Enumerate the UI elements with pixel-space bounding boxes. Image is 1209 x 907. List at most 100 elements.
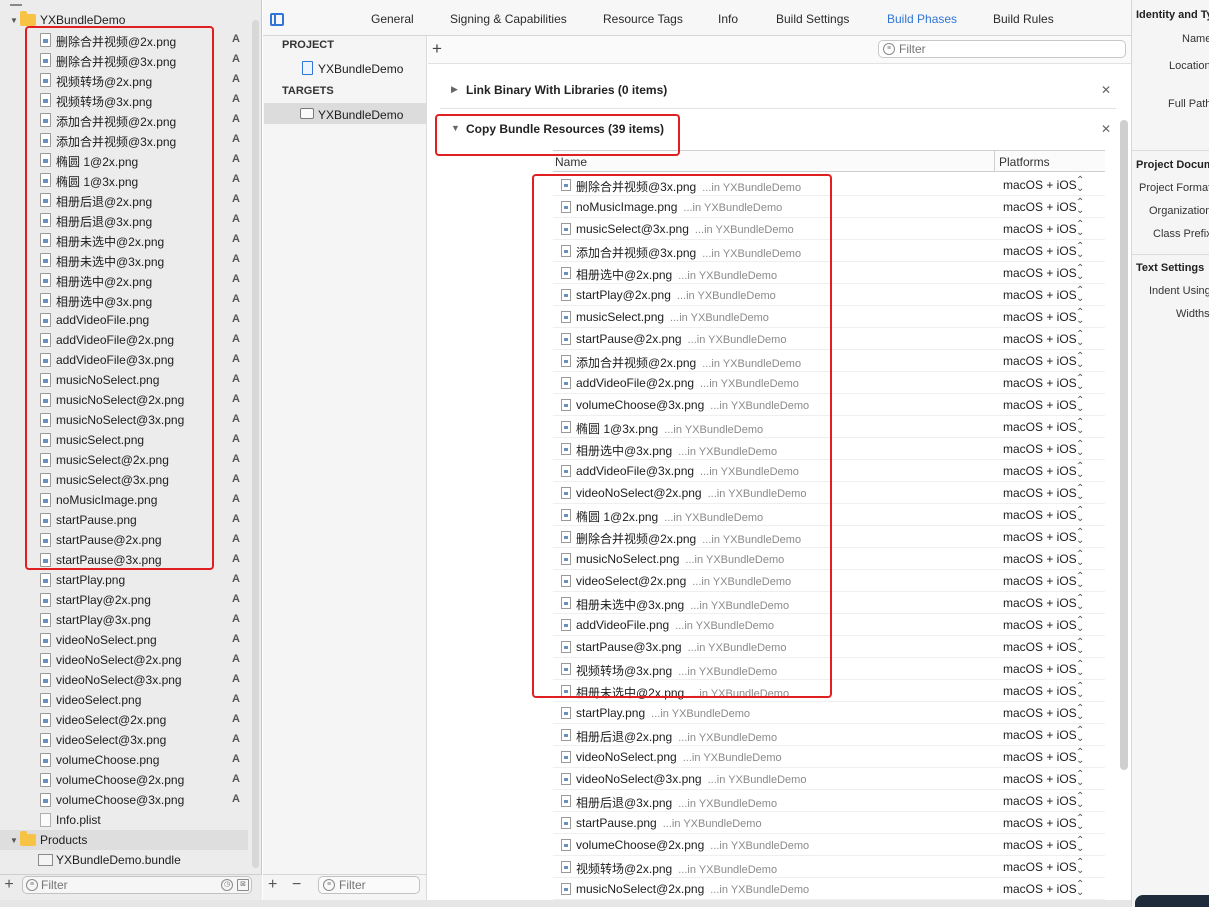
- platforms-popup[interactable]: macOS + iOS: [1003, 596, 1077, 610]
- resource-row[interactable]: videoNoSelect@3x.png ...in YXBundleDemo ma…: [553, 768, 1105, 790]
- file-row[interactable]: videoSelect.png A: [0, 690, 248, 710]
- resource-row[interactable]: videoSelect@2x.png ...in YXBundleDemo macO…: [553, 570, 1105, 592]
- resource-row[interactable]: 添加合并视频@3x.png ...in YXBundleDemo macOS + i…: [553, 240, 1105, 262]
- navigator-filter-field[interactable]: ≡ ◷ ⊠: [22, 876, 252, 894]
- resource-row[interactable]: 相册未选中@3x.png ...in YXBundleDemo macOS + iO…: [553, 592, 1105, 614]
- file-row[interactable]: videoNoSelect.png A: [0, 630, 248, 650]
- file-row[interactable]: 相册后退@3x.png A: [0, 210, 248, 230]
- up-down-chevron-icon[interactable]: ⌃ ⌄: [1076, 330, 1084, 348]
- up-down-chevron-icon[interactable]: ⌃ ⌄: [1076, 550, 1084, 568]
- resource-row[interactable]: startPlay@2x.png ...in YXBundleDemo macOS …: [553, 284, 1105, 306]
- add-target-button[interactable]: +: [268, 876, 277, 894]
- build-phases-scrollbar[interactable]: [1120, 120, 1128, 770]
- tab-signing-capabilities[interactable]: Signing & Capabilities: [450, 12, 567, 26]
- file-row[interactable]: musicSelect@3x.png A: [0, 470, 248, 490]
- platforms-popup[interactable]: macOS + iOS: [1003, 178, 1077, 192]
- up-down-chevron-icon[interactable]: ⌃ ⌄: [1076, 506, 1084, 524]
- file-row[interactable]: startPlay@2x.png A: [0, 590, 248, 610]
- file-row[interactable]: 相册选中@2x.png A: [0, 270, 248, 290]
- up-down-chevron-icon[interactable]: ⌃ ⌄: [1076, 352, 1084, 370]
- delete-phase-close-icon[interactable]: ✕: [1101, 122, 1111, 136]
- platforms-popup[interactable]: macOS + iOS: [1003, 420, 1077, 434]
- up-down-chevron-icon[interactable]: ⌃ ⌄: [1076, 836, 1084, 854]
- resource-row[interactable]: 相册后退@2x.png ...in YXBundleDemo macOS + iOS…: [553, 724, 1105, 746]
- platforms-popup[interactable]: macOS + iOS: [1003, 288, 1077, 302]
- target-filter-field[interactable]: ≡: [318, 876, 420, 894]
- file-row[interactable]: 椭圆 1@2x.png A: [0, 150, 248, 170]
- up-down-chevron-icon[interactable]: ⌃ ⌄: [1076, 880, 1084, 898]
- up-down-chevron-icon[interactable]: ⌃ ⌄: [1076, 572, 1084, 590]
- file-row[interactable]: noMusicImage.png A: [0, 490, 248, 510]
- project-item[interactable]: YXBundleDemo: [318, 62, 403, 76]
- resource-row[interactable]: addVideoFile@2x.png ...in YXBundleDemo mac…: [553, 372, 1105, 394]
- platforms-popup[interactable]: macOS + iOS: [1003, 750, 1077, 764]
- resource-row[interactable]: 删除合并视频@3x.png ...in YXBundleDemo macOS + i…: [553, 174, 1105, 196]
- platforms-popup[interactable]: macOS + iOS: [1003, 398, 1077, 412]
- disclosure-triangle-icon[interactable]: ▼: [10, 836, 20, 845]
- file-row[interactable]: musicSelect@2x.png A: [0, 450, 248, 470]
- resource-row[interactable]: volumeChoose@2x.png ...in YXBundleDemo mac…: [553, 834, 1105, 856]
- up-down-chevron-icon[interactable]: ⌃ ⌄: [1076, 616, 1084, 634]
- up-down-chevron-icon[interactable]: ⌃ ⌄: [1076, 374, 1084, 392]
- up-down-chevron-icon[interactable]: ⌃ ⌄: [1076, 264, 1084, 282]
- file-row-product-bundle[interactable]: YXBundleDemo.bundle: [0, 850, 248, 870]
- target-item-label[interactable]: YXBundleDemo: [318, 108, 403, 122]
- resource-row[interactable]: 椭圆 1@2x.png ...in YXBundleDemo macOS + iOS…: [553, 504, 1105, 526]
- disclosure-triangle-down-icon[interactable]: ▼: [451, 123, 460, 133]
- link-binary-phase-header[interactable]: Link Binary With Libraries (0 items): [466, 83, 667, 97]
- platforms-popup[interactable]: macOS + iOS: [1003, 200, 1077, 214]
- build-phases-filter-field[interactable]: ≡: [878, 40, 1126, 58]
- resource-row[interactable]: startPause.png ...in YXBundleDemo macOS + …: [553, 812, 1105, 834]
- file-row[interactable]: startPlay.png A: [0, 570, 248, 590]
- file-row[interactable]: 视频转场@2x.png A: [0, 70, 248, 90]
- file-row-info-plist[interactable]: Info.plist: [0, 810, 248, 830]
- platforms-popup[interactable]: macOS + iOS: [1003, 332, 1077, 346]
- navigator-filter-input[interactable]: [41, 878, 211, 892]
- resource-row[interactable]: 视频转场@3x.png ...in YXBundleDemo macOS + iOS…: [553, 658, 1105, 680]
- platforms-popup[interactable]: macOS + iOS: [1003, 442, 1077, 456]
- up-down-chevron-icon[interactable]: ⌃ ⌄: [1076, 748, 1084, 766]
- platforms-popup[interactable]: macOS + iOS: [1003, 838, 1077, 852]
- platforms-popup[interactable]: macOS + iOS: [1003, 772, 1077, 786]
- resource-row[interactable]: 相册选中@2x.png ...in YXBundleDemo macOS + iOS…: [553, 262, 1105, 284]
- resource-row[interactable]: 视频转场@2x.png ...in YXBundleDemo macOS + iOS…: [553, 856, 1105, 878]
- file-row[interactable]: 视频转场@3x.png A: [0, 90, 248, 110]
- platforms-column-header[interactable]: Platforms: [999, 155, 1050, 169]
- up-down-chevron-icon[interactable]: ⌃ ⌄: [1076, 176, 1084, 194]
- platforms-popup[interactable]: macOS + iOS: [1003, 618, 1077, 632]
- platforms-popup[interactable]: macOS + iOS: [1003, 486, 1077, 500]
- navigator-scrollbar[interactable]: [252, 20, 259, 868]
- platforms-popup[interactable]: macOS + iOS: [1003, 530, 1077, 544]
- file-row[interactable]: musicNoSelect.png A: [0, 370, 248, 390]
- resource-row[interactable]: addVideoFile@3x.png ...in YXBundleDemo mac…: [553, 460, 1105, 482]
- add-build-phase-button[interactable]: +: [432, 39, 442, 59]
- up-down-chevron-icon[interactable]: ⌃ ⌄: [1076, 814, 1084, 832]
- up-down-chevron-icon[interactable]: ⌃ ⌄: [1076, 660, 1084, 678]
- file-row[interactable]: addVideoFile@3x.png A: [0, 350, 248, 370]
- file-row[interactable]: 删除合并视频@3x.png A: [0, 50, 248, 70]
- up-down-chevron-icon[interactable]: ⌃ ⌄: [1076, 418, 1084, 436]
- platforms-popup[interactable]: macOS + iOS: [1003, 464, 1077, 478]
- platforms-popup[interactable]: macOS + iOS: [1003, 794, 1077, 808]
- platforms-popup[interactable]: macOS + iOS: [1003, 310, 1077, 324]
- platforms-popup[interactable]: macOS + iOS: [1003, 816, 1077, 830]
- up-down-chevron-icon[interactable]: ⌃ ⌄: [1076, 528, 1084, 546]
- column-divider[interactable]: [994, 151, 995, 171]
- resource-row[interactable]: musicSelect@3x.png ...in YXBundleDemo macO…: [553, 218, 1105, 240]
- resource-row[interactable]: musicNoSelect@2x.png ...in YXBundleDemo ma…: [553, 878, 1105, 900]
- up-down-chevron-icon[interactable]: ⌃ ⌄: [1076, 484, 1084, 502]
- resource-row[interactable]: noMusicImage.png ...in YXBundleDemo macOS …: [553, 196, 1105, 218]
- delete-phase-close-icon[interactable]: ✕: [1101, 83, 1111, 97]
- tab-info[interactable]: Info: [718, 12, 738, 26]
- resource-row[interactable]: 相册未选中@2x.png ...in YXBundleDemo macOS + iO…: [553, 680, 1105, 702]
- add-file-button[interactable]: +: [2, 876, 16, 894]
- platforms-popup[interactable]: macOS + iOS: [1003, 376, 1077, 390]
- recent-files-clock-icon[interactable]: ◷: [221, 879, 233, 891]
- up-down-chevron-icon[interactable]: ⌃ ⌄: [1076, 704, 1084, 722]
- resource-row[interactable]: volumeChoose@3x.png ...in YXBundleDemo mac…: [553, 394, 1105, 416]
- file-row[interactable]: videoNoSelect@2x.png A: [0, 650, 248, 670]
- platforms-popup[interactable]: macOS + iOS: [1003, 662, 1077, 676]
- file-row[interactable]: 相册后退@2x.png A: [0, 190, 248, 210]
- file-row[interactable]: videoNoSelect@3x.png A: [0, 670, 248, 690]
- resource-row[interactable]: musicSelect.png ...in YXBundleDemo macOS +…: [553, 306, 1105, 328]
